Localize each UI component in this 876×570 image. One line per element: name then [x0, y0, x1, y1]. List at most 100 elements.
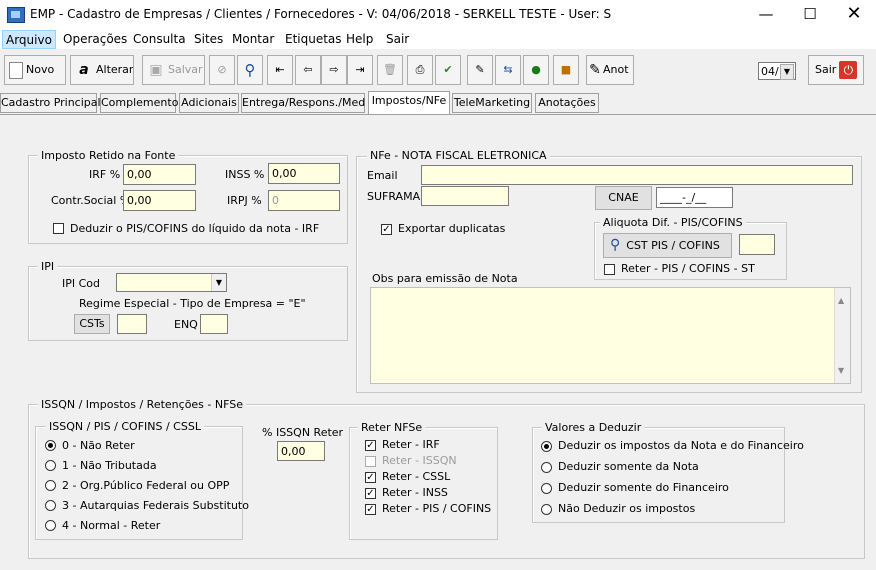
next-record-button[interactable]: ⇨	[321, 55, 347, 85]
maximize-icon[interactable]: ☐	[788, 0, 832, 30]
search-icon: ⚲	[610, 237, 621, 253]
issqn-radio-2[interactable]	[45, 480, 56, 491]
menu-etiquetas[interactable]: Etiquetas	[285, 30, 342, 49]
delete-button[interactable]: 🗑	[377, 55, 403, 85]
email-input[interactable]	[421, 165, 853, 185]
reter-st-checkbox[interactable]	[604, 264, 615, 275]
scroll-down-icon[interactable]: ▼	[838, 361, 844, 380]
search-icon: ⚲	[244, 61, 256, 79]
menu-help[interactable]: Help	[346, 30, 373, 49]
globe-button[interactable]: ●	[523, 55, 549, 85]
sair-button[interactable]: Sair ⏻	[808, 55, 864, 85]
tab-adicionais[interactable]: Adicionais	[179, 93, 239, 113]
cnae-button[interactable]: CNAE	[595, 186, 652, 210]
minimize-icon[interactable]: —	[744, 0, 788, 30]
reter-irf-checkbox[interactable]: ✓	[365, 440, 376, 451]
reter-st-label: Reter - PIS / COFINS - ST	[621, 262, 755, 275]
suframa-input[interactable]	[421, 186, 509, 206]
menu-bar	[0, 30, 876, 49]
trash-icon: 🗑	[383, 63, 397, 76]
cst-pis-cofins-button[interactable]: ⚲ CST PIS / COFINS	[603, 233, 732, 258]
record-combo[interactable]: 04/ ▼	[758, 62, 796, 80]
novo-button[interactable]: Novo	[4, 55, 66, 85]
obs-scrollbar[interactable]: ▲ ▼	[834, 288, 850, 383]
window-title: EMP - Cadastro de Empresas / Clientes / …	[30, 7, 612, 21]
issqn-title: ISSQN / Impostos / Retenções - NFSe	[38, 398, 246, 411]
irf-input[interactable]: 0,00	[123, 164, 196, 185]
check-button[interactable]: ✔	[435, 55, 461, 85]
obs-textarea[interactable]: ▲ ▼	[370, 287, 851, 384]
nfe-title: NFe - NOTA FISCAL ELETRONICA	[367, 149, 550, 162]
tab-telemarketing[interactable]: TeleMarketing	[452, 93, 532, 113]
print-button[interactable]: ⎙	[407, 55, 433, 85]
menu-sites[interactable]: Sites	[194, 30, 223, 49]
menu-sair[interactable]: Sair	[386, 30, 409, 49]
contr-social-input[interactable]: 0,00	[123, 190, 196, 211]
reter-cssl-checkbox[interactable]: ✓	[365, 472, 376, 483]
reter-inss-checkbox[interactable]: ✓	[365, 488, 376, 499]
menu-arquivo[interactable]: Arquivo	[2, 30, 56, 49]
valores-radio-3[interactable]	[541, 504, 552, 515]
ipi-cod-select[interactable]: ▼	[116, 273, 227, 292]
prev-record-button[interactable]: ⇦	[295, 55, 321, 85]
search-button[interactable]: ⚲	[237, 55, 263, 85]
printer-icon: ⎙	[415, 63, 425, 76]
reter-pis-cofins-label: Reter - PIS / COFINS	[382, 502, 492, 515]
issqn-option-4: 4 - Normal - Reter	[62, 519, 161, 532]
cnae-input[interactable]: ____-_/__	[656, 187, 733, 208]
tab-impostos-nfe[interactable]: Impostos/NFe	[368, 91, 450, 114]
last-record-button[interactable]: ⇥	[347, 55, 373, 85]
exportar-duplicatas-label: Exportar duplicatas	[398, 222, 506, 235]
sync-button[interactable]: ⇆	[495, 55, 521, 85]
issqn-options-title: ISSQN / PIS / COFINS / CSSL	[46, 420, 204, 433]
csts-button[interactable]: CSTs	[74, 314, 110, 334]
irpj-input[interactable]: 0	[268, 190, 340, 211]
exportar-duplicatas-checkbox[interactable]: ✓	[381, 224, 392, 235]
issqn-pct-input[interactable]: 0,00	[277, 441, 325, 461]
menu-montar[interactable]: Montar	[232, 30, 274, 49]
issqn-radio-4[interactable]	[45, 520, 56, 531]
tab-anotacoes[interactable]: Anotações	[535, 93, 599, 113]
issqn-radio-0[interactable]	[45, 440, 56, 451]
reter-issqn-checkbox[interactable]	[365, 456, 376, 467]
notes-button[interactable]: ✎	[467, 55, 493, 85]
close-icon[interactable]: ✕	[832, 0, 876, 30]
deduzir-pis-checkbox[interactable]	[53, 223, 64, 234]
aliquota-input[interactable]	[739, 234, 775, 255]
app-icon	[7, 7, 25, 23]
issqn-option-1: 1 - Não Tributada	[62, 459, 157, 472]
record-combo-value: 04/	[761, 65, 779, 78]
inss-input[interactable]: 0,00	[268, 163, 340, 184]
menu-consulta[interactable]: Consulta	[133, 30, 186, 49]
next-icon: ⇨	[329, 63, 339, 76]
issqn-radio-1[interactable]	[45, 460, 56, 471]
reter-issqn-label: Reter - ISSQN	[382, 454, 457, 467]
issqn-radio-3[interactable]	[45, 500, 56, 511]
first-record-button[interactable]: ⇤	[267, 55, 293, 85]
tab-complemento[interactable]: Complemento	[100, 93, 178, 113]
valores-radio-1[interactable]	[541, 462, 552, 473]
csts-input[interactable]	[117, 314, 147, 334]
tab-entrega[interactable]: Entrega/Respons./Med	[241, 93, 365, 113]
issqn-option-2: 2 - Org.Público Federal ou OPP	[62, 479, 230, 492]
enq-input[interactable]	[200, 314, 228, 334]
gift-button[interactable]: ■	[553, 55, 579, 85]
alterar-button[interactable]: a Alterar	[70, 55, 134, 85]
sync-icon: ⇆	[503, 63, 513, 76]
edit-text-icon: a	[79, 62, 89, 78]
valores-deduzir-title: Valores a Deduzir	[542, 421, 645, 434]
aliquota-title: Aliquota Dif. - PIS/COFINS	[600, 216, 746, 229]
valores-radio-0[interactable]	[541, 441, 552, 452]
scroll-up-icon[interactable]: ▲	[838, 291, 844, 310]
menu-operacoes[interactable]: Operações	[63, 30, 127, 49]
chevron-down-icon: ▼	[211, 274, 226, 291]
salvar-button[interactable]: ▣ Salvar	[142, 55, 205, 85]
valores-radio-2[interactable]	[541, 483, 552, 494]
irpj-label: IRPJ %	[227, 194, 262, 207]
reter-pis-cofins-checkbox[interactable]: ✓	[365, 504, 376, 515]
obs-label: Obs para emissão de Nota	[372, 272, 518, 285]
tab-cadastro-principal[interactable]: Cadastro Principal	[0, 93, 101, 113]
notes-icon: ✎	[475, 63, 485, 76]
cancel-button[interactable]: ⊘	[209, 55, 235, 85]
anot-button[interactable]: ✎ Anot	[586, 55, 634, 85]
